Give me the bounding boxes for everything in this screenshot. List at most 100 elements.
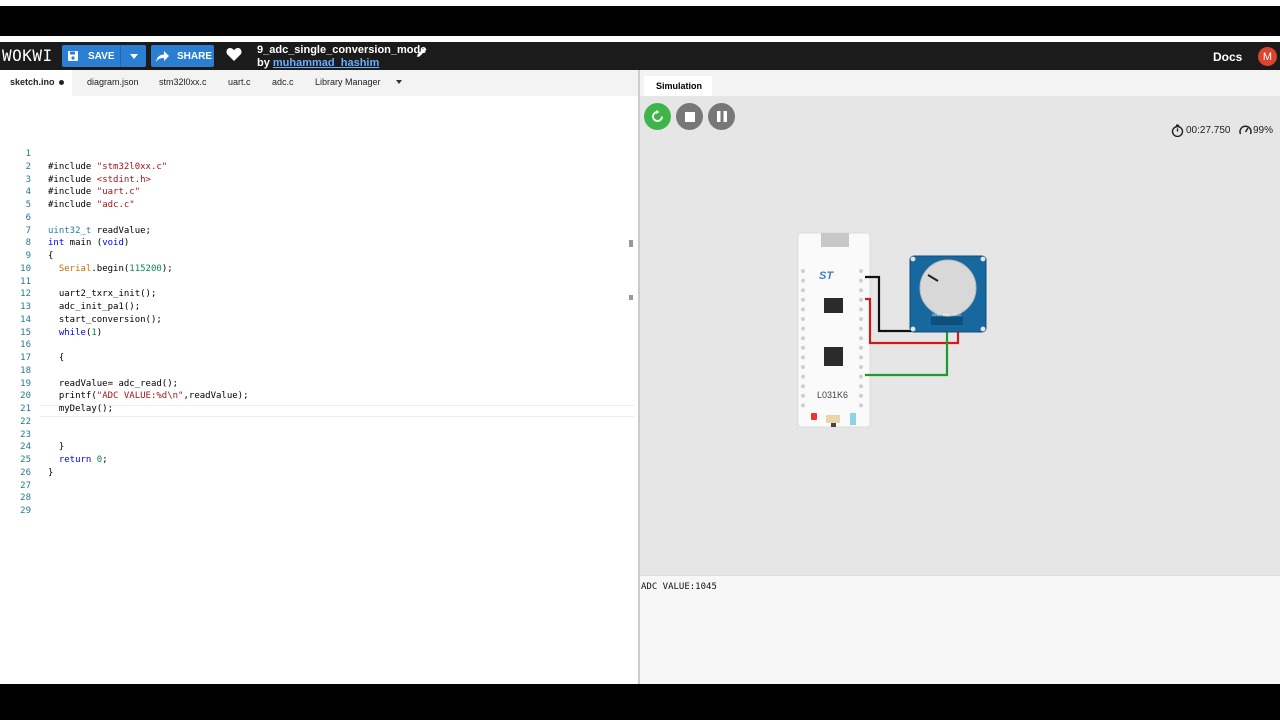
pot-pin-vcc-label: VCC (953, 312, 962, 317)
header-pin[interactable] (859, 278, 863, 283)
code-line[interactable]: 29 (0, 506, 634, 518)
tab-adc-c[interactable]: adc.c (272, 77, 294, 87)
tab-uart-c[interactable]: uart.c (228, 77, 251, 87)
header-pin[interactable] (859, 365, 863, 369)
code-line[interactable]: 12 uart2_txrx_init(); (0, 289, 634, 301)
code-line[interactable]: 4 #include "uart.c" (0, 187, 634, 199)
header-pin[interactable] (801, 278, 805, 283)
restart-button[interactable] (644, 103, 671, 130)
simulation-canvas[interactable]: 00:27.750 99% ST L031K6 GND SIG VCC (640, 96, 1280, 575)
header-pin[interactable] (801, 384, 805, 389)
code-text: myDelay(); (48, 404, 114, 414)
header-pin[interactable] (801, 374, 805, 379)
code-line[interactable]: 9{ (0, 251, 634, 263)
code-line[interactable]: 2 #include "stm32l0xx.c" (0, 162, 634, 174)
header-pin[interactable] (801, 307, 805, 312)
code-line[interactable]: 25 return 0; (0, 455, 634, 467)
tab-diagram-json[interactable]: diagram.json (87, 77, 139, 87)
speed-value: 99% (1253, 124, 1274, 136)
board-pin (831, 423, 836, 427)
tab-simulation[interactable]: Simulation (644, 76, 712, 96)
header-pin[interactable] (859, 374, 863, 379)
header-pin[interactable] (859, 403, 863, 408)
header-pin[interactable] (859, 355, 863, 360)
header-pin[interactable] (859, 288, 863, 293)
header-pin[interactable] (859, 326, 863, 331)
potentiometer-knob[interactable] (919, 259, 977, 317)
code-line[interactable]: 20 printf("ADC VALUE:%d\n",readValue); (0, 391, 634, 403)
header-pin[interactable] (801, 403, 805, 408)
code-line[interactable]: 17 { (0, 353, 634, 365)
header-pin[interactable] (801, 393, 805, 398)
header-pin[interactable] (859, 384, 863, 389)
line-number: 3 (25, 174, 31, 185)
code-line[interactable]: 27 (0, 481, 634, 493)
header-pin[interactable] (801, 317, 805, 321)
header-pin[interactable] (801, 345, 805, 350)
code-line[interactable]: 10 Serial.begin(115200); (0, 264, 634, 276)
code-editor[interactable]: 1 2 #include "stm32l0xx.c" 3 #include <stdin… (0, 96, 638, 684)
line-number: 19 (20, 378, 31, 389)
header-pin[interactable] (801, 297, 805, 302)
unsaved-dot-icon (58, 80, 64, 86)
code-text: start_conversion(); (48, 314, 162, 325)
code-line[interactable]: 1 (0, 149, 634, 161)
header-pin[interactable] (801, 336, 805, 341)
header-pin[interactable] (859, 317, 863, 321)
editor-tab-bar: sketch.ino diagram.json stm32l0xx.c uart… (0, 70, 638, 96)
code-line[interactable]: 14 start_conversion(); (0, 315, 634, 327)
tab-sketch-ino[interactable]: sketch.ino (0, 70, 72, 96)
stop-button[interactable] (676, 103, 703, 130)
header-pin[interactable] (801, 355, 805, 360)
jumper (850, 413, 856, 425)
code-line[interactable]: 13 adc_init_pa1(); (0, 302, 634, 314)
usb-connector (821, 233, 849, 247)
st-logo: ST (819, 270, 834, 282)
line-number: 22 (20, 416, 31, 427)
tab-stm32l0xx-c[interactable]: stm32l0xx.c (159, 77, 207, 87)
line-number: 28 (20, 493, 31, 504)
tab-library-manager[interactable]: Library Manager (315, 77, 381, 87)
stopwatch-icon (1171, 124, 1184, 137)
tabs-menu-caret-icon[interactable] (396, 80, 402, 84)
header-pin[interactable] (801, 365, 805, 369)
pot-pin-header (931, 317, 963, 325)
code-line[interactable]: 5 #include "adc.c" (0, 200, 634, 212)
header-pin[interactable] (859, 269, 863, 273)
code-line[interactable]: 6 (0, 213, 634, 225)
reset-button[interactable] (826, 415, 840, 423)
top-strip (0, 0, 1280, 6)
code-line[interactable]: 26} (0, 468, 634, 480)
mount-hole (980, 326, 986, 332)
header-pin[interactable] (859, 336, 863, 341)
code-line[interactable]: 11 (0, 277, 634, 289)
header-pin[interactable] (859, 307, 863, 312)
header-pin[interactable] (859, 345, 863, 350)
line-number: 15 (20, 327, 31, 338)
pause-button[interactable] (708, 103, 735, 130)
code-line[interactable]: 3 #include <stdint.h> (0, 175, 634, 187)
code-line[interactable]: 8 int main (void) (0, 238, 634, 250)
code-line[interactable]: 15 while(1) (0, 328, 634, 340)
header-pin[interactable] (801, 269, 805, 273)
code-line[interactable]: 16 (0, 340, 634, 352)
header-pin[interactable] (859, 297, 863, 302)
code-line[interactable]: 24 } (0, 442, 634, 454)
code-line[interactable]: 28 (0, 493, 634, 505)
code-line[interactable]: 7 uint32_t readValue; (0, 226, 634, 238)
code-text: #include "stm32l0xx.c" (48, 161, 168, 172)
code-text: uint32_t readValue; (48, 225, 151, 236)
line-number: 14 (20, 314, 31, 325)
code-line[interactable]: 22 (0, 417, 634, 429)
code-line[interactable]: 23 (0, 430, 634, 442)
header-pin[interactable] (801, 288, 805, 293)
code-line[interactable]: 18 (0, 366, 634, 378)
code-line[interactable]: 21 myDelay(); (0, 404, 634, 416)
header-pin[interactable] (801, 326, 805, 331)
code-line[interactable]: 19 readValue= adc_read(); (0, 379, 634, 391)
pin-header-right (859, 269, 863, 408)
circuit-diagram[interactable]: ST L031K6 GND SIG VCC (795, 231, 995, 431)
serial-monitor[interactable]: ADC VALUE:1045 (640, 575, 1280, 684)
line-number: 16 (20, 340, 31, 351)
header-pin[interactable] (859, 393, 863, 398)
